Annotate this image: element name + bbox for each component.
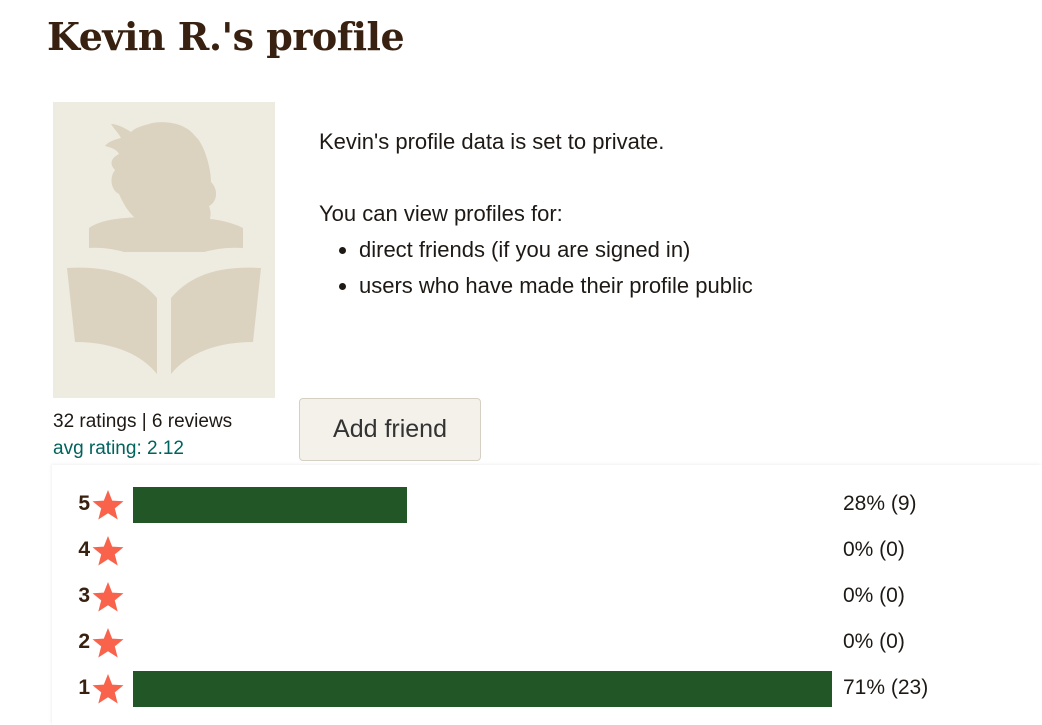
avg-rating: avg rating: 2.12 (53, 438, 184, 459)
star-level-label: 2 (78, 630, 90, 653)
rating-bar (133, 671, 832, 707)
privacy-list-item: users who have made their profile public (359, 268, 753, 304)
rating-bar (133, 487, 407, 523)
reader-silhouette-icon (67, 122, 261, 374)
add-friend-button[interactable]: Add friend (299, 398, 481, 461)
rating-percent-label: 0% (0) (843, 630, 905, 653)
page-title: Kevin R.'s profile (47, 14, 405, 59)
rating-row-4: 4 0% (0) (52, 529, 1042, 575)
privacy-intro: You can view profiles for: (319, 201, 563, 226)
star-level-label: 3 (78, 584, 90, 607)
profile-stats: 32 ratings | 6 reviews avg rating: 2.12 (53, 408, 232, 462)
privacy-list-item: direct friends (if you are signed in) (359, 232, 753, 268)
star-level-label: 5 (78, 492, 90, 515)
rating-percent-label: 71% (23) (843, 676, 929, 699)
ratings-reviews-count: 32 ratings | 6 reviews (53, 411, 233, 432)
rating-percent-label: 0% (0) (843, 584, 905, 607)
rating-distribution: 5 28% (9) 4 0% (0) 3 0% (0) 2 0% (0) 1 71% (23) (52, 465, 1042, 725)
rating-row-3: 3 0% (0) (52, 575, 1042, 621)
privacy-notice: Kevin's profile data is set to private. … (319, 124, 753, 304)
avatar (53, 102, 275, 398)
rating-percent-label: 0% (0) (843, 538, 905, 561)
privacy-message: Kevin's profile data is set to private. (319, 129, 665, 154)
star-level-label: 1 (78, 676, 90, 699)
star-icon (92, 628, 124, 658)
star-icon (92, 490, 124, 520)
rating-row-2: 2 0% (0) (52, 621, 1042, 667)
star-icon (92, 582, 124, 612)
privacy-list: direct friends (if you are signed in) us… (319, 232, 753, 304)
rating-row-5: 5 28% (9) (52, 483, 1042, 529)
rating-row-1: 1 71% (23) (52, 667, 1042, 713)
star-icon (92, 674, 124, 704)
star-icon (92, 536, 124, 566)
star-level-label: 4 (78, 538, 90, 561)
rating-percent-label: 28% (9) (843, 492, 917, 515)
